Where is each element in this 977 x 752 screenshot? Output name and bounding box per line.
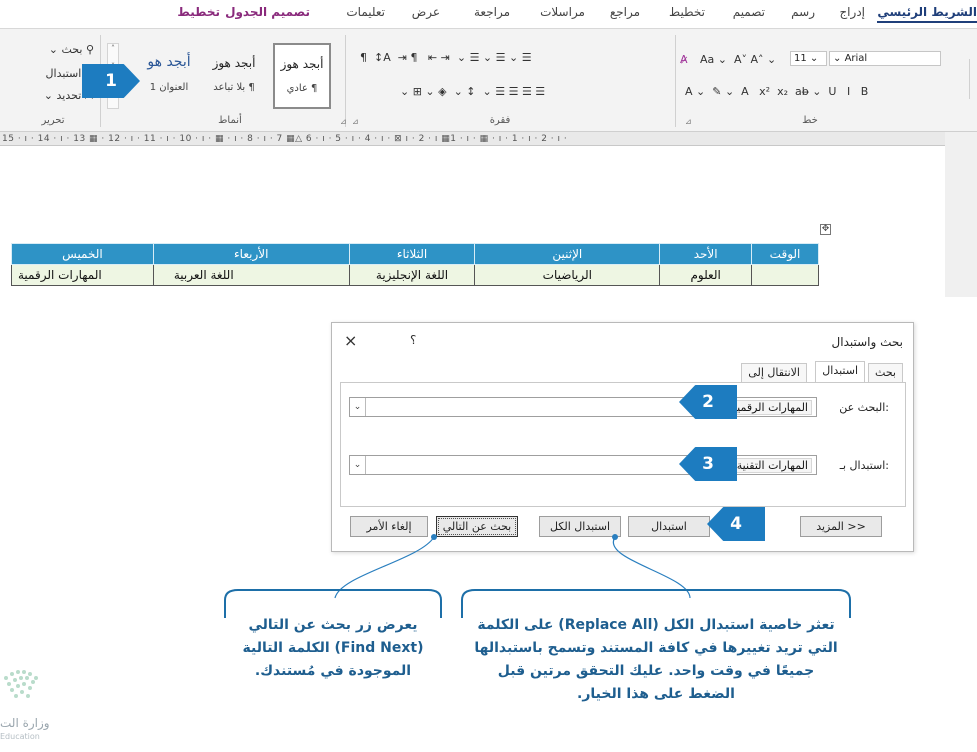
tab-layout[interactable]: تخطيط — [669, 5, 705, 19]
dialog-title: بحث واستبدال — [831, 335, 903, 349]
paragraph-buttons-row2[interactable]: ⌄ ⊞ ⌄ ◈ ⌄ ↕ ⌄ ☰ ☰ ☰ ☰ — [400, 85, 545, 98]
cancel-button[interactable]: إلغاء الأمر — [350, 516, 428, 537]
find-what-input[interactable]: ⌄ المهارات الرقمية — [349, 397, 817, 417]
tab-table-design[interactable]: تصميم الجدول — [225, 5, 310, 19]
group-divider — [345, 35, 346, 127]
search-icon: ⚲ — [85, 43, 94, 56]
clear-format-icon[interactable]: A̷ — [680, 53, 688, 66]
close-icon[interactable]: × — [344, 331, 357, 350]
replace-with-input[interactable]: ⌄ المهارات التقنية — [349, 455, 817, 475]
tab-insert[interactable]: إدراج — [839, 5, 865, 19]
style-normal[interactable]: أبجد هوز ¶ عادي — [273, 43, 331, 109]
table-row: العلوم الرياضيات اللغة الإنجليزية اللغة … — [11, 264, 819, 286]
callout-find-next-text: يعرض زر بحث عن التالي (Find Next) الكلمة… — [242, 617, 424, 679]
tab-help[interactable]: تعليمات — [346, 5, 385, 19]
ruler[interactable]: 15 · ı · 14 · ı · 13 ▦ · 12 · ı · 11 · ı… — [0, 132, 945, 146]
find-label: بحث — [61, 43, 83, 56]
tab-home[interactable]: الشريط الرئيسي — [877, 5, 977, 23]
font-name-select[interactable]: ⌄ Arial — [829, 51, 941, 66]
style-sample: أبجد هو — [147, 54, 191, 70]
find-button[interactable]: ⚲ بحث ⌄ — [49, 43, 94, 56]
replace-all-button[interactable]: استبدال الكل — [539, 516, 621, 537]
header-sunday[interactable]: الأحد — [659, 243, 753, 265]
font-size-value: 11 — [794, 53, 807, 64]
side-margin — [945, 132, 977, 297]
font-format-buttons[interactable]: A ⌄ ✎ ⌄ A x² x₂ ab̶ ⌄ U I B — [685, 85, 868, 98]
style-no-spacing[interactable]: أبجد هوز ¶ بلا تباعد — [205, 43, 263, 109]
font-group-label: خط — [802, 115, 818, 126]
font-name-value: Arial — [844, 53, 868, 64]
tab-draw[interactable]: رسم — [791, 5, 815, 19]
header-monday[interactable]: الإثنين — [474, 243, 661, 265]
logo-dots-icon — [4, 670, 38, 698]
tab-mailings[interactable]: مراسلات — [540, 5, 585, 19]
ministry-name: وزارة الت — [0, 716, 50, 730]
paragraph-launcher-icon[interactable]: ⊿ — [352, 117, 359, 126]
find-what-label: البحث عن: — [839, 401, 889, 414]
paragraph-group-label: فقرة — [489, 115, 511, 126]
style-name: ¶ بلا تباعد — [213, 82, 255, 93]
style-heading-1[interactable]: أبجد هو العنوان 1 — [140, 43, 198, 109]
ministry-sub: Education — [0, 732, 40, 741]
replace-with-value: المهارات التقنية — [732, 458, 812, 473]
tab-view[interactable]: عرض — [412, 5, 440, 19]
tab-review[interactable]: مراجعة — [474, 5, 510, 19]
style-sample: أبجد هوز — [280, 57, 324, 71]
table-move-handle-icon[interactable]: ✥ — [820, 224, 831, 235]
more-button[interactable]: المزيد >> — [800, 516, 882, 537]
dropdown-icon[interactable]: ⌄ — [350, 456, 366, 474]
style-sample: أبجد هوز — [212, 56, 256, 70]
tab-references[interactable]: مراجع — [610, 5, 640, 19]
cell-monday[interactable]: الرياضيات — [474, 264, 661, 286]
dropdown-icon: ⌄ — [833, 53, 845, 64]
schedule-table: الوقت الأحد الإثنين الثلاثاء الأربعاء ال… — [11, 243, 819, 286]
cell-tuesday[interactable]: اللغة الإنجليزية — [348, 264, 476, 286]
ribbon-tab-bar: الشريط الرئيسي إدراج رسم تصميم تخطيط مرا… — [0, 0, 977, 28]
cell-wednesday[interactable]: اللغة العربية — [152, 264, 350, 286]
dropdown-icon[interactable]: ⌄ — [350, 398, 366, 416]
replace-button[interactable]: استبدال — [628, 516, 710, 537]
ribbon: ⌄ Arial 11 ⌄ Aa ⌄ A˅ A˄ ⌄ A̷ A ⌄ ✎ ⌄ A x… — [0, 28, 977, 132]
ministry-logo: وزارة الت Education — [0, 660, 52, 741]
tab-table-layout[interactable]: تخطيط — [177, 5, 220, 19]
font-launcher-icon[interactable]: ⊿ — [685, 117, 692, 126]
header-tuesday[interactable]: الثلاثاء — [348, 243, 476, 265]
paragraph-buttons-row1[interactable]: ¶ ↕A ⇥ ¶ ⇤ ⇥ ⌄ ☰ ⌄ ☰ ⌄ ☰ — [360, 51, 532, 64]
tab-design[interactable]: تصميم — [733, 5, 765, 19]
style-name: العنوان 1 — [149, 82, 189, 93]
callout-replace-all-text: تعثر خاصية استبدال الكل (Replace All) عل… — [474, 617, 838, 702]
cell-sunday[interactable]: العلوم — [659, 264, 753, 286]
font-size-select[interactable]: 11 ⌄ — [790, 51, 827, 66]
header-wednesday[interactable]: الأربعاء — [152, 243, 350, 265]
editing-group-label: تحرير — [41, 115, 65, 126]
header-time[interactable]: الوقت — [751, 243, 819, 265]
select-label: تحديد — [56, 89, 82, 102]
callout-replace-all: تعثر خاصية استبدال الكل (Replace All) عل… — [466, 600, 846, 706]
tab-replace[interactable]: استبدال — [815, 361, 865, 382]
tab-goto[interactable]: الانتقال إلى — [741, 363, 807, 382]
find-next-button[interactable]: بحث عن التالي — [436, 516, 518, 537]
help-icon[interactable]: ؟ — [410, 333, 416, 347]
clipboard-edge — [969, 59, 977, 99]
cell-thursday[interactable]: المهارات الرقمية — [11, 264, 154, 286]
cell-time[interactable] — [751, 264, 819, 286]
styles-launcher-icon[interactable]: ⊿ — [340, 117, 347, 126]
tab-find[interactable]: بحث — [868, 363, 903, 382]
replace-with-label: استبدال بـ: — [839, 459, 889, 472]
font-size-buttons[interactable]: Aa ⌄ A˅ A˄ ⌄ — [700, 53, 776, 66]
replace-panel: البحث عن: ⌄ المهارات الرقمية استبدال بـ:… — [340, 382, 906, 507]
group-divider — [675, 35, 676, 127]
callout-find-next: يعرض زر بحث عن التالي (Find Next) الكلمة… — [229, 600, 437, 683]
replace-label: استبدال — [45, 67, 82, 80]
table-header-row: الوقت الأحد الإثنين الثلاثاء الأربعاء ال… — [11, 243, 819, 265]
find-replace-dialog: بحث واستبدال × ؟ بحث استبدال الانتقال إل… — [331, 322, 914, 552]
style-name: ¶ عادي — [286, 83, 318, 94]
header-thursday[interactable]: الخميس — [11, 243, 154, 265]
styles-group-label: أنماط — [218, 115, 242, 126]
find-what-value: المهارات الرقمية — [727, 400, 812, 415]
